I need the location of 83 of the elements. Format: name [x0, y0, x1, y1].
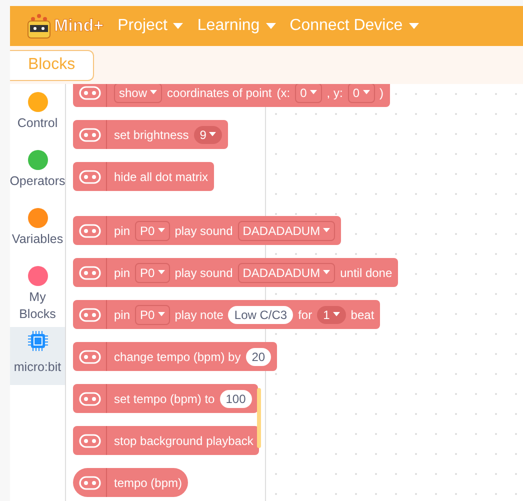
micro-bit-face-icon [79, 350, 101, 364]
block-dropdown[interactable]: P0 [135, 304, 170, 324]
block-text: set tempo (bpm) to [114, 392, 215, 406]
menu-item[interactable]: Connect Device [290, 17, 419, 35]
category-label: Operators [10, 173, 66, 190]
menu-item[interactable]: Project [118, 17, 184, 35]
category-item[interactable]: My Blocks [10, 262, 65, 327]
scrollbar[interactable] [257, 388, 261, 448]
command-block[interactable]: pin P0 play sound DADADADUM [73, 216, 342, 245]
command-block[interactable]: pin P0 play note Low C/C3 for 1 beat [73, 300, 380, 329]
block-text: hide all dot matrix [114, 170, 208, 184]
caret-icon [209, 132, 216, 137]
caret-icon [266, 23, 276, 29]
caret-icon [150, 90, 158, 95]
block-text: stop background playback [114, 434, 254, 448]
caret-icon [158, 228, 165, 233]
block-text: pin [114, 308, 130, 322]
category-item[interactable]: Variables [10, 204, 65, 262]
category-label: Control [17, 115, 58, 132]
block-text: tempo (bpm) [114, 476, 182, 490]
block-text: pin [114, 224, 130, 238]
block-text: (x: [276, 86, 290, 100]
command-block[interactable]: hide all dot matrix [73, 162, 214, 191]
block-dropdown[interactable]: 0 [348, 84, 374, 102]
block-text: coordinates of point [167, 86, 272, 100]
block-dropdown[interactable]: 0 [295, 84, 322, 102]
caret-icon [362, 90, 370, 95]
category-label: My Blocks [18, 289, 57, 323]
menu-item[interactable]: Learning [197, 17, 276, 35]
command-block[interactable]: show coordinates of point (x: 0 , y: 0 ) [73, 84, 390, 107]
block-input[interactable]: Low C/C3 [228, 306, 294, 324]
block-dropdown[interactable]: P0 [135, 220, 170, 240]
command-block[interactable]: stop background playback [73, 426, 260, 455]
tab[interactable]: Blocks [10, 50, 94, 80]
caret-icon [173, 23, 184, 29]
block-text: play note [174, 308, 224, 322]
block-text: ) [380, 86, 384, 100]
caret-icon [408, 23, 419, 29]
block-text: beat [350, 308, 374, 322]
app-logo: Mind+ [54, 16, 104, 36]
robot-logo-icon [26, 13, 52, 39]
block-text: until done [340, 266, 392, 280]
block-text: play sound [174, 266, 233, 280]
micro-bit-face-icon [79, 266, 101, 280]
block-dropdown[interactable]: show [114, 84, 162, 102]
caret-icon [310, 90, 317, 95]
command-block[interactable]: set tempo (bpm) to 100 [73, 384, 258, 413]
command-block[interactable]: pin P0 play sound DADADADUM until done [73, 258, 398, 287]
block-text: , y: [326, 86, 343, 100]
block-dropdown[interactable]: P0 [135, 262, 170, 282]
block-text: set brightness [114, 128, 189, 142]
block-text: play sound [174, 224, 233, 238]
caret-icon [323, 228, 330, 233]
command-block[interactable]: set brightness 9 [73, 120, 228, 149]
micro-bit-face-icon [79, 128, 101, 142]
block-dropdown[interactable]: 1 [317, 306, 346, 324]
caret-icon [158, 312, 165, 317]
reporter-block[interactable]: tempo (bpm) [73, 468, 188, 497]
micro-bit-face-icon [79, 392, 101, 406]
category-item[interactable]: Control [10, 88, 65, 146]
block-input[interactable]: 100 [220, 390, 252, 408]
block-dropdown[interactable]: DADADADUM [238, 220, 336, 240]
block-dropdown[interactable]: 9 [194, 126, 222, 144]
block-input[interactable]: 20 [246, 348, 272, 366]
micro-bit-face-icon [79, 170, 101, 184]
command-block[interactable]: change tempo (bpm) by 20 [73, 342, 278, 371]
micro-bit-face-icon [79, 224, 101, 238]
category-label: micro:bit [14, 358, 62, 376]
block-text: for [298, 308, 312, 322]
category-item[interactable]: Operators [10, 146, 65, 204]
block-dropdown[interactable]: DADADADUM [238, 262, 336, 282]
caret-icon [323, 270, 330, 275]
block-text: change tempo (bpm) by [114, 350, 241, 364]
category-item[interactable]: micro:bit [10, 326, 65, 385]
micro-bit-face-icon [79, 308, 101, 322]
micro-bit-icon [28, 330, 48, 351]
caret-icon [332, 312, 340, 317]
micro-bit-face-icon [79, 434, 101, 448]
block-text: pin [114, 266, 130, 280]
micro-bit-face-icon [79, 86, 101, 100]
category-label: Variables [12, 231, 64, 248]
caret-icon [158, 270, 165, 275]
micro-bit-face-icon [79, 476, 101, 490]
